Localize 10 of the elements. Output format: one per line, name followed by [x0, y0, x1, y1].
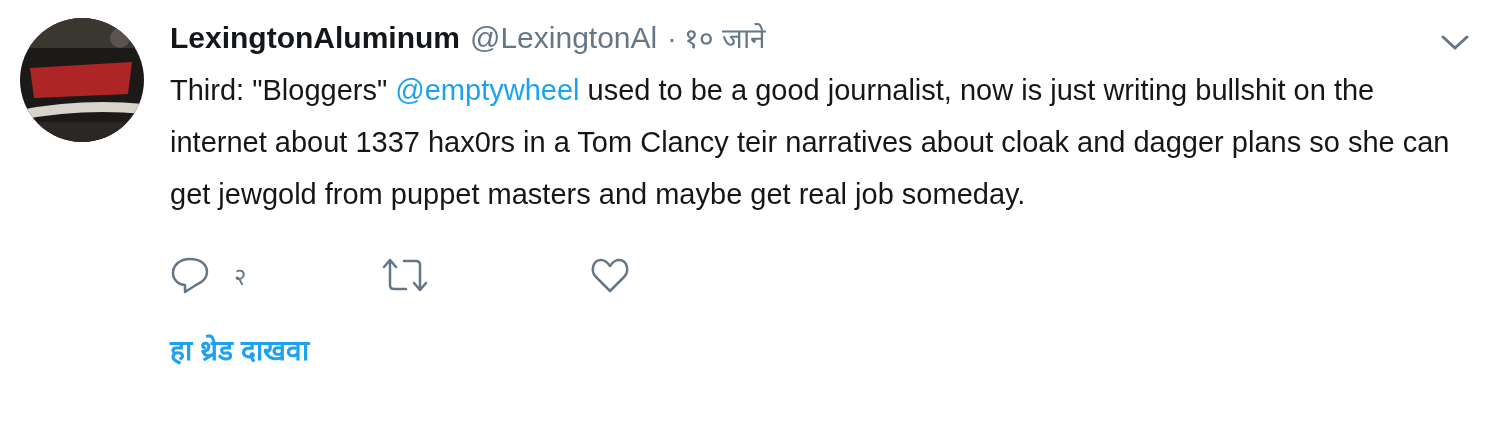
- caret-icon[interactable]: [1440, 34, 1470, 52]
- show-thread-link[interactable]: हा थ्रेड दाखवा: [170, 330, 309, 368]
- timestamp[interactable]: · १० जाने: [667, 18, 767, 56]
- reply-button[interactable]: २: [170, 255, 380, 295]
- speech-bubble-icon: [170, 255, 210, 295]
- reply-count: २: [234, 261, 246, 292]
- display-name[interactable]: LexingtonAluminum: [170, 21, 460, 55]
- tweet-text: Third: "Bloggers" @emptywheel used to be a good journalist, now is just writing bullshit on the internet about 1337 hax0rs in a Tom Clancy teir narratives about cloak and dagger plans so she can get jewgold from puppet masters and maybe get real job someday.: [170, 73, 1451, 212]
- user-handle[interactable]: @LexingtonAl: [470, 21, 658, 55]
- mention-link[interactable]: @emptywheel: [395, 74, 580, 106]
